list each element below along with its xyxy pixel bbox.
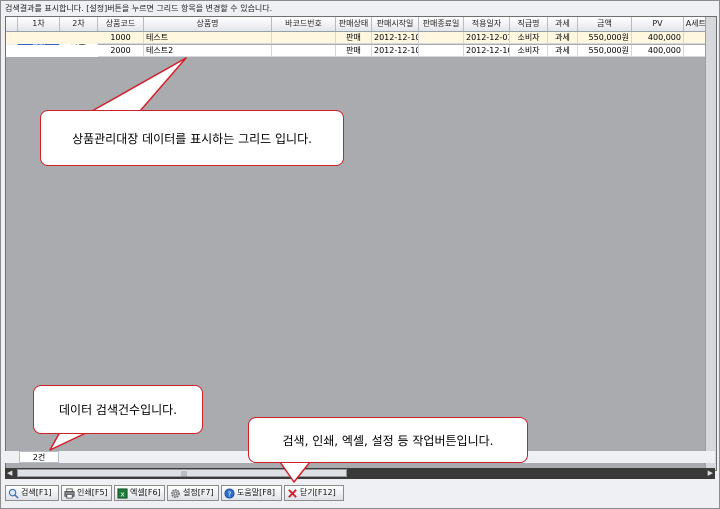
cell-name[interactable]: 테스트2 <box>144 45 272 57</box>
table-row[interactable]: 1000 테스트 판매 2012-12-10 2012-12-01 소비자 과세… <box>6 32 716 44</box>
col-header-grade[interactable]: 직급명 <box>510 17 548 31</box>
col-header-cat2[interactable]: 2차 <box>60 17 98 31</box>
cell-name[interactable]: 테스트 <box>144 32 272 44</box>
cell-amount[interactable]: 550,000원 <box>578 45 632 57</box>
excel-button[interactable]: x 엑셀[F6] <box>114 485 165 501</box>
col-header-status[interactable]: 판매상태 <box>336 17 372 31</box>
callout-buttons: 검색, 인쇄, 엑셀, 설정 등 작업버튼입니다. <box>248 417 528 463</box>
table-row[interactable]: 2000 테스트2 판매 2012-12-10 2012-12-10 소비자 과… <box>6 45 716 57</box>
callout-count: 데이터 검색건수입니다. <box>33 385 203 434</box>
cell-applied[interactable]: 2012-12-01 <box>464 32 510 44</box>
cell-tax[interactable]: 과세 <box>548 45 578 57</box>
action-toolbar: 검색[F1] 인쇄[F5] x 엑셀[F6] 설정[F7] ? 도움말[F8] … <box>5 485 715 502</box>
scroll-right-icon[interactable]: ▶ <box>708 468 713 479</box>
cell-barcode[interactable] <box>272 32 336 44</box>
help-icon: ? <box>224 487 235 499</box>
print-button[interactable]: 인쇄[F5] <box>61 485 112 501</box>
col-header-amount[interactable]: 금액 <box>578 17 632 31</box>
cell-start[interactable]: 2012-12-10 <box>372 45 419 57</box>
horizontal-scrollbar[interactable]: ◀ ||| ▶ <box>5 468 715 479</box>
cell-code[interactable]: 2000 <box>98 45 144 57</box>
cell-grade[interactable]: 소비자 <box>510 45 548 57</box>
cell-applied[interactable]: 2012-12-10 <box>464 45 510 57</box>
cell-pv[interactable]: 400,000 <box>632 45 684 57</box>
col-header-start[interactable]: 판매시작일 <box>372 17 419 31</box>
search-icon <box>8 488 19 499</box>
info-text: 검색결과를 표시합니다. [설정]버튼을 누르면 그리드 항목을 변경할 수 있… <box>5 4 273 13</box>
col-header-end[interactable]: 판매종료일 <box>419 17 464 31</box>
close-button[interactable]: 닫기[F12] <box>284 485 344 501</box>
print-icon <box>64 487 75 499</box>
close-icon <box>288 488 297 498</box>
cell-barcode[interactable] <box>272 45 336 57</box>
search-button[interactable]: 검색[F1] <box>5 485 59 501</box>
col-header-tax[interactable]: 과세 <box>548 17 578 31</box>
excel-icon: x <box>117 487 128 499</box>
cell-end[interactable] <box>419 45 464 57</box>
col-header-barcode[interactable]: 바코드번호 <box>272 17 336 31</box>
cell-tax[interactable]: 과세 <box>548 32 578 44</box>
record-count: 2건 <box>19 451 59 463</box>
scroll-left-icon[interactable]: ◀ <box>7 468 12 479</box>
cell-status[interactable]: 판매 <box>336 32 372 44</box>
vertical-scrollbar[interactable] <box>705 17 716 470</box>
col-header-cat1[interactable]: 1차 <box>18 17 60 31</box>
cell-pv[interactable]: 400,000 <box>632 32 684 44</box>
settings-button[interactable]: 설정[F7] <box>167 485 219 501</box>
svg-text:?: ? <box>228 489 232 498</box>
grid-header: 1차 2차 상품코드 상품명 바코드번호 판매상태 판매시작일 판매종료일 적용… <box>6 17 716 32</box>
scroll-thumb[interactable]: ||| <box>17 469 347 478</box>
cell-code[interactable]: 1000 <box>98 32 144 44</box>
cell-grade[interactable]: 소비자 <box>510 32 548 44</box>
col-header-name[interactable]: 상품명 <box>144 17 272 31</box>
col-header-code[interactable]: 상품코드 <box>98 17 144 31</box>
callout-grid: 상품관리대장 데이터를 표시하는 그리드 입니다. <box>40 110 344 166</box>
cell-amount[interactable]: 550,000원 <box>578 32 632 44</box>
svg-text:x: x <box>120 489 125 498</box>
col-header-applied[interactable]: 적용일자 <box>464 17 510 31</box>
help-button[interactable]: ? 도움말[F8] <box>221 485 282 501</box>
grip-icon: ||| <box>181 471 188 478</box>
gear-icon <box>171 488 180 498</box>
cell-end[interactable] <box>419 32 464 44</box>
col-header-pv[interactable]: PV <box>632 17 684 31</box>
cell-status[interactable]: 판매 <box>336 45 372 57</box>
cell-start[interactable]: 2012-12-10 <box>372 32 419 44</box>
